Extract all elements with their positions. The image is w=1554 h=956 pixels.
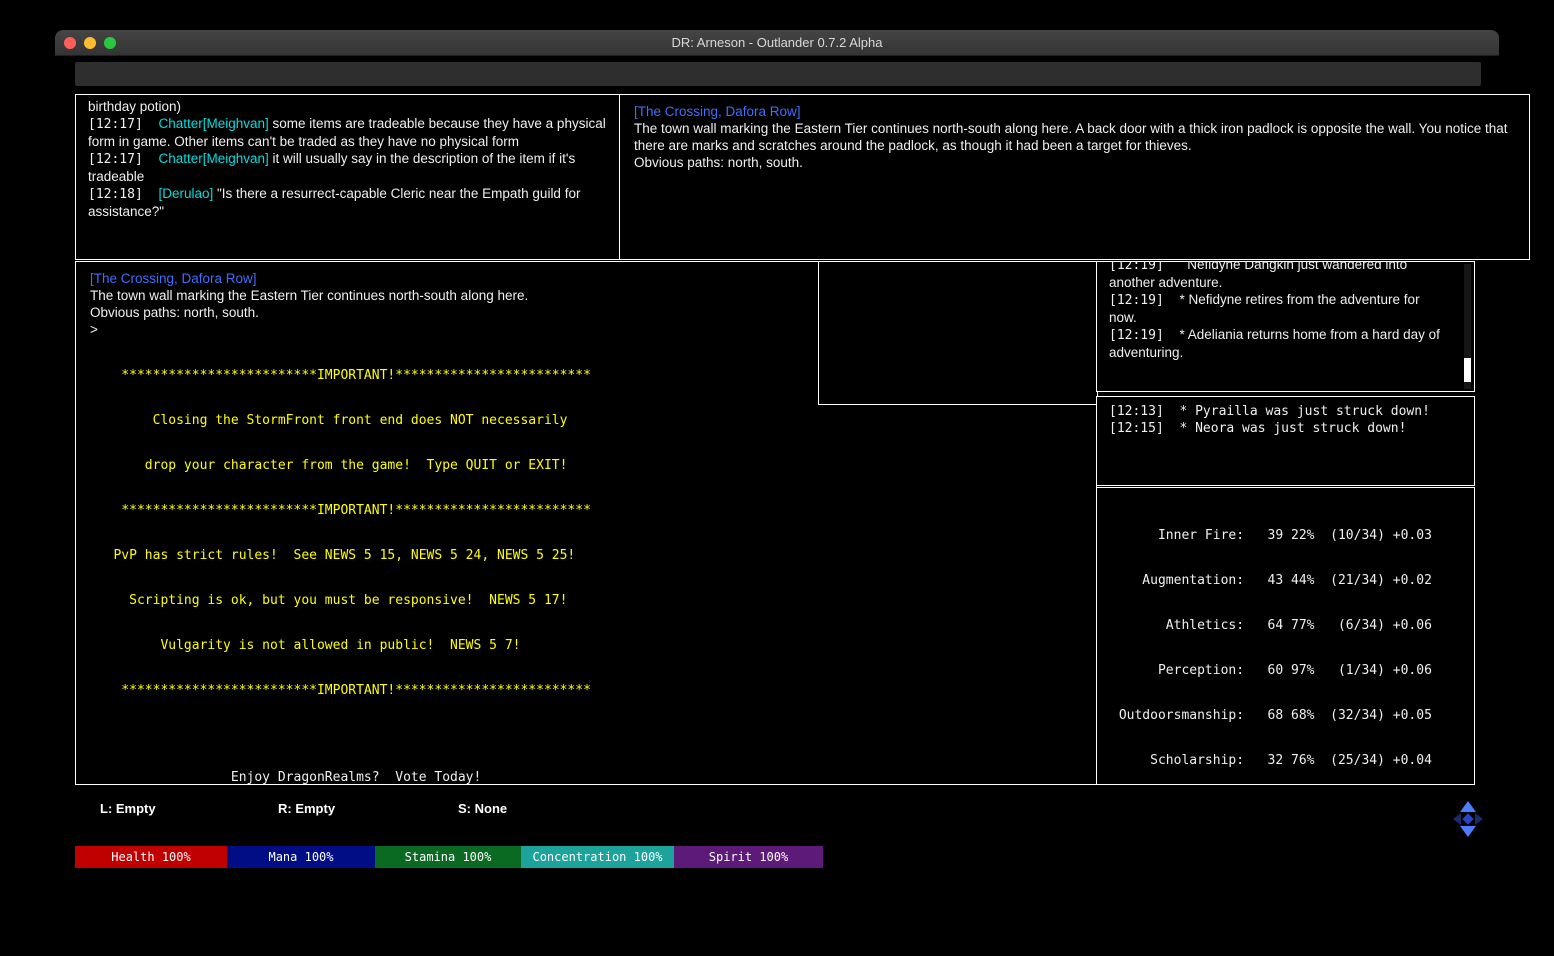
vitals-bars: Health 100% Mana 100% Stamina 100% Conce…: [75, 846, 823, 868]
stamina-label: Stamina 100%: [404, 850, 492, 864]
xp-row: Inner Fire: 39 22% (10/34) +0.03: [1111, 528, 1432, 543]
event-timestamp: [12:19]: [1109, 293, 1180, 308]
chat-message: [12:18] [Derulao] "Is there a resurrect-…: [88, 185, 608, 220]
deaths-panel: [12:13] * Pyrailla was just struck down!…: [1096, 396, 1475, 486]
chat-message: [12:17] Chatter[Meighvan] some items are…: [88, 115, 608, 150]
important-banner: *************************IMPORTANT!*****…: [90, 683, 591, 698]
room-panel: [The Crossing, Dafora Row] The town wall…: [619, 94, 1530, 260]
zoom-button[interactable]: [104, 37, 116, 49]
vote-line: Enjoy DragonRealms? Vote Today!: [90, 770, 482, 785]
compass-north-arrow: [1460, 801, 1476, 812]
event-timestamp: [12:19]: [1109, 328, 1180, 343]
mana-bar: Mana 100%: [227, 846, 375, 868]
app-window: DR: Arneson - Outlander 0.7.2 Alpha birt…: [55, 30, 1530, 926]
room-paths: Obvious paths: north, south.: [634, 155, 803, 170]
compass-east-arrow: [1475, 813, 1483, 825]
desktop: DR: Arneson - Outlander 0.7.2 Alpha birt…: [0, 0, 1554, 956]
important-line: Scripting is ok, but you must be respons…: [90, 593, 568, 608]
important-line: drop your character from the game! Type …: [90, 458, 568, 473]
chat-message: [12:17] Chatter[Meighvan] it will usuall…: [88, 150, 608, 185]
chat-timestamp: [12:17]: [88, 117, 159, 132]
room-description: The town wall marking the Eastern Tier c…: [634, 121, 1508, 153]
health-label: Health 100%: [111, 850, 191, 864]
spirit-bar: Spirit 100%: [674, 846, 823, 868]
chat-speaker: [Derulao]: [158, 186, 214, 201]
xp-row: Perception: 60 97% (1/34) +0.06: [1111, 663, 1432, 678]
chat-partial-line: birthday potion): [88, 99, 182, 114]
toolbar-strip: [75, 62, 1481, 86]
experience-panel: Inner Fire: 39 22% (10/34) +0.03 Augment…: [1096, 487, 1475, 785]
xp-row: Augmentation: 43 44% (21/34) +0.02: [1111, 573, 1432, 588]
spirit-label: Spirit 100%: [708, 850, 789, 864]
compass-center: [1462, 813, 1474, 825]
spell-indicator: S: None: [458, 801, 508, 816]
xp-row: Outdoorsmanship: 68 68% (32/34) +0.05: [1111, 708, 1432, 723]
concentration-bar: Concentration 100%: [521, 846, 674, 868]
event-timestamp: [12:19]: [1109, 261, 1188, 273]
chat-speaker: Chatter[Meighvan]: [158, 151, 269, 166]
compass-south-arrow: [1460, 826, 1476, 837]
compass-icon[interactable]: [1452, 800, 1484, 838]
minimize-button[interactable]: [84, 37, 96, 49]
event-message: [12:19] Nefidyne Dangkin just wandered i…: [1109, 261, 1444, 291]
event-message: [12:19] * Nefidyne retires from the adve…: [1109, 291, 1444, 326]
concentration-label: Concentration 100%: [532, 850, 663, 864]
event-message: [12:19] * Adeliania returns home from a …: [1109, 326, 1444, 361]
stamina-bar: Stamina 100%: [375, 846, 521, 868]
compass-west-arrow: [1453, 813, 1461, 825]
scrollbar-thumb[interactable]: [1464, 358, 1471, 382]
chat-panel: birthday potion) [12:17] Chatter[Meighva…: [75, 94, 621, 260]
important-line: PvP has strict rules! See NEWS 5 15, NEW…: [90, 548, 576, 563]
xp-row: Athletics: 64 77% (6/34) +0.06: [1111, 618, 1432, 633]
title-bar[interactable]: DR: Arneson - Outlander 0.7.2 Alpha: [55, 30, 1499, 56]
chat-speaker: Chatter[Meighvan]: [158, 116, 269, 131]
room-name: [The Crossing, Dafora Row]: [634, 104, 801, 119]
mana-label: Mana 100%: [268, 850, 334, 864]
right-hand-indicator: R: Empty: [278, 801, 336, 816]
left-hand-indicator: L: Empty: [100, 801, 156, 816]
death-line: [12:15] * Neora was just struck down!: [1109, 421, 1407, 436]
window-title: DR: Arneson - Outlander 0.7.2 Alpha: [671, 35, 883, 50]
important-line: Vulgarity is not allowed in public! NEWS…: [90, 638, 521, 653]
close-button[interactable]: [64, 37, 76, 49]
chat-timestamp: [12:17]: [88, 152, 159, 167]
xp-row: Scholarship: 32 76% (25/34) +0.04: [1111, 753, 1432, 768]
chat-timestamp: [12:18]: [88, 187, 159, 202]
death-line: [12:13] * Pyrailla was just struck down!: [1109, 404, 1430, 419]
important-line: Closing the StormFront front end does NO…: [90, 413, 568, 428]
important-banner: *************************IMPORTANT!*****…: [90, 503, 591, 518]
empty-stream-panel: [818, 261, 1098, 405]
events-panel: [12:19] Nefidyne Dangkin just wandered i…: [1096, 261, 1475, 392]
health-bar: Health 100%: [75, 846, 227, 868]
